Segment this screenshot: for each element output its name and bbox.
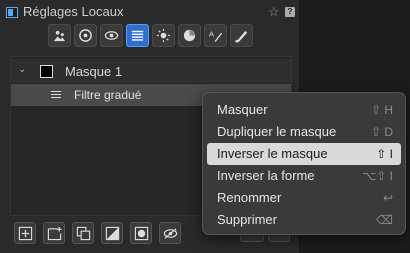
tool-text-brush-icon[interactable]: A bbox=[204, 24, 227, 47]
menu-label: Renommer bbox=[217, 190, 282, 205]
tool-eye-icon[interactable] bbox=[100, 24, 123, 47]
chevron-down-icon[interactable]: ⌄ bbox=[18, 64, 26, 75]
menu-shortcut: ⇧ I bbox=[376, 147, 393, 161]
mask-row[interactable]: ⌄ Masque 1 bbox=[11, 59, 291, 83]
svg-text:A: A bbox=[209, 29, 214, 38]
menu-item-inverser-masque[interactable]: Inverser le masque ⇧ I bbox=[207, 143, 401, 165]
panel-collapse-icon[interactable] bbox=[6, 7, 18, 18]
menu-shortcut: ↩ bbox=[382, 191, 393, 205]
menu-label: Inverser le masque bbox=[217, 146, 328, 161]
menu-shortcut: ⇧ H bbox=[370, 103, 393, 117]
bottom-toolbar bbox=[14, 222, 181, 244]
menu-shortcut: ⌥⇧ I bbox=[362, 169, 393, 183]
tool-brightness-icon[interactable] bbox=[152, 24, 175, 47]
mask-color-swatch[interactable] bbox=[40, 65, 53, 78]
panel-titlebar: Réglages Locaux ☆ ? bbox=[0, 0, 300, 24]
duplicate-button[interactable] bbox=[72, 222, 94, 244]
menu-item-supprimer[interactable]: Supprimer ⌫ bbox=[207, 209, 401, 231]
tool-target-icon[interactable] bbox=[74, 24, 97, 47]
menu-item-dupliquer[interactable]: Dupliquer le masque ⇧ D bbox=[207, 121, 401, 143]
gradient-filter-icon bbox=[51, 91, 61, 99]
star-icon[interactable]: ☆ bbox=[268, 4, 280, 20]
show-mask-button[interactable] bbox=[159, 222, 181, 244]
fill-mask-button[interactable] bbox=[101, 222, 123, 244]
menu-label: Masquer bbox=[217, 102, 268, 117]
menu-item-masquer[interactable]: Masquer ⇧ H bbox=[207, 99, 401, 121]
tool-gradient-icon[interactable] bbox=[126, 24, 149, 47]
add-layer-button[interactable] bbox=[43, 222, 65, 244]
add-mask-button[interactable] bbox=[14, 222, 36, 244]
mask-name: Masque 1 bbox=[65, 64, 123, 79]
filter-name: Filtre gradué bbox=[74, 88, 142, 102]
menu-label: Dupliquer le masque bbox=[217, 124, 337, 139]
menu-shortcut: ⌫ bbox=[376, 213, 393, 227]
tool-people-icon[interactable] bbox=[48, 24, 71, 47]
tool-color-icon[interactable] bbox=[178, 24, 201, 47]
menu-item-inverser-forme[interactable]: Inverser la forme ⌥⇧ I bbox=[207, 165, 401, 187]
tool-row: A bbox=[48, 24, 253, 48]
help-icon[interactable]: ? bbox=[285, 7, 295, 17]
menu-shortcut: ⇧ D bbox=[370, 125, 393, 139]
panel-title: Réglages Locaux bbox=[23, 4, 124, 19]
menu-label: Inverser la forme bbox=[217, 168, 315, 183]
menu-label: Supprimer bbox=[217, 212, 277, 227]
tool-brush-icon[interactable] bbox=[230, 24, 253, 47]
radial-mask-button[interactable] bbox=[130, 222, 152, 244]
context-menu: Masquer ⇧ H Dupliquer le masque ⇧ D Inve… bbox=[202, 92, 406, 235]
menu-item-renommer[interactable]: Renommer ↩ bbox=[207, 187, 401, 209]
